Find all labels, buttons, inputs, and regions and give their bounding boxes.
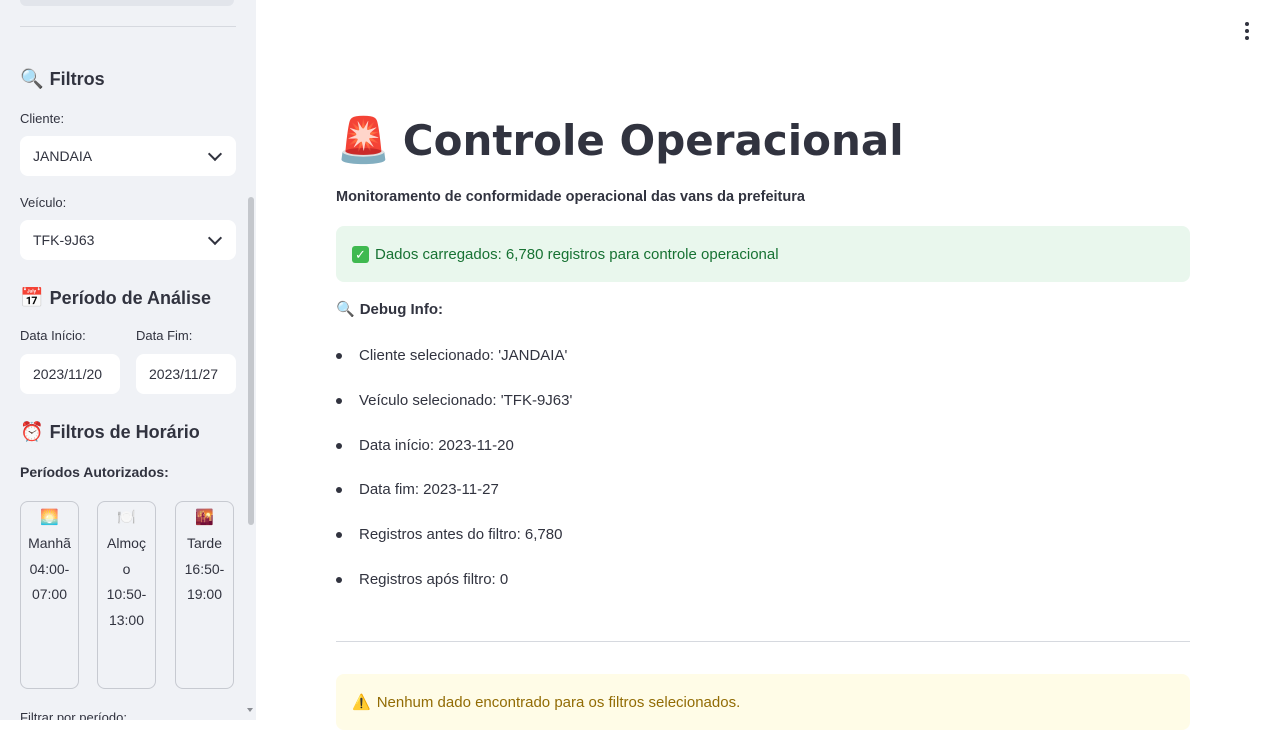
period-heading-text: Período de Análise (49, 287, 212, 308)
vehicle-label: Veículo: (20, 195, 67, 210)
end-date-input[interactable]: 2023/11/27 (136, 354, 236, 394)
filters-heading: 🔍 Filtros (20, 67, 105, 91)
page-title-text: Controle Operacional (402, 115, 904, 165)
period-name: Almoço (107, 535, 146, 577)
start-date-input[interactable]: 2023/11/20 (20, 354, 120, 394)
sunset-icon: 🌇 (195, 509, 214, 526)
list-item: Data início: 2023-11-20 (336, 436, 572, 481)
client-select-value: JANDAIA (33, 148, 93, 164)
calendar-icon: 📅 (20, 288, 44, 309)
list-item: Data fim: 2023-11-27 (336, 480, 572, 525)
period-range: 16:50-19:00 (184, 560, 225, 603)
check-mark-icon: ✓ (352, 245, 369, 263)
list-item: Registros após filtro: 0 (336, 570, 572, 615)
period-range: 04:00-07:00 (29, 560, 70, 603)
warning-alert: ⚠️ Nenhum dado encontrado para os filtro… (336, 674, 1190, 730)
list-item: Registros antes do filtro: 6,780 (336, 525, 572, 570)
page-title: 🚨 Controle Operacional (336, 114, 904, 166)
main-menu-button[interactable] (1242, 22, 1252, 40)
authorized-periods-label: Períodos Autorizados: (20, 464, 169, 480)
period-card-afternoon: 🌇 Tarde 16:50-19:00 (175, 501, 234, 689)
main-content: 🚨 Controle Operacional Monitoramento de … (256, 0, 1280, 730)
success-alert: ✓ Dados carregados: 6,780 registros para… (336, 226, 1190, 282)
scroll-down-arrow-icon[interactable] (247, 708, 253, 712)
filters-heading-text: Filtros (49, 68, 105, 89)
start-date-label: Data Início: (20, 328, 86, 343)
kebab-dot (1245, 36, 1249, 40)
chevron-down-icon (207, 230, 223, 246)
end-date-label: Data Fim: (136, 328, 193, 343)
kebab-dot (1245, 22, 1249, 26)
filter-by-period-label: Filtrar por período: (20, 710, 127, 720)
debug-list: Cliente selecionado: 'JANDAIA' Veículo s… (336, 346, 572, 615)
magnifier-icon: 🔍 (336, 301, 355, 318)
sidebar: 🔍 Filtros Cliente: JANDAIA Veículo: TFK-… (0, 0, 256, 720)
period-heading: 📅 Período de Análise (20, 286, 211, 310)
period-card-lunch: 🍽️ Almoço 10:50-13:00 (97, 501, 156, 689)
sunrise-icon: 🌅 (40, 509, 59, 526)
period-card-morning: 🌅 Manhã 04:00-07:00 (20, 501, 79, 689)
vehicle-select[interactable]: TFK-9J63 (20, 220, 236, 260)
sidebar-top-widget (20, 0, 234, 6)
warning-alert-text: Nenhum dado encontrado para os filtros s… (376, 693, 741, 711)
client-label: Cliente: (20, 111, 65, 126)
sidebar-divider (20, 26, 236, 27)
time-filters-heading: ⏰ Filtros de Horário (20, 420, 200, 444)
warning-icon: ⚠️ (352, 694, 371, 711)
page-subtitle: Monitoramento de conformidade operaciona… (336, 189, 805, 205)
list-item: Cliente selecionado: 'JANDAIA' (336, 346, 572, 391)
kebab-dot (1245, 29, 1249, 33)
period-range: 10:50-13:00 (106, 586, 147, 628)
divider (336, 641, 1190, 642)
rotating-light-icon: 🚨 (336, 115, 391, 166)
list-item: Veículo selecionado: 'TFK-9J63' (336, 391, 572, 436)
alarm-clock-icon: ⏰ (20, 422, 44, 443)
time-filters-heading-text: Filtros de Horário (49, 421, 200, 442)
plate-cutlery-icon: 🍽️ (117, 509, 136, 526)
success-alert-text: Dados carregados: 6,780 registros para c… (375, 245, 779, 263)
period-name: Tarde (186, 535, 223, 551)
client-select[interactable]: JANDAIA (20, 136, 236, 176)
debug-heading: 🔍 Debug Info: (336, 300, 444, 319)
debug-heading-text: Debug Info: (359, 300, 444, 318)
magnifier-icon: 🔍 (20, 69, 44, 90)
sidebar-scrollbar[interactable] (248, 197, 254, 525)
chevron-down-icon (207, 146, 223, 162)
vehicle-select-value: TFK-9J63 (33, 232, 95, 248)
period-name: Manhã (28, 535, 71, 551)
